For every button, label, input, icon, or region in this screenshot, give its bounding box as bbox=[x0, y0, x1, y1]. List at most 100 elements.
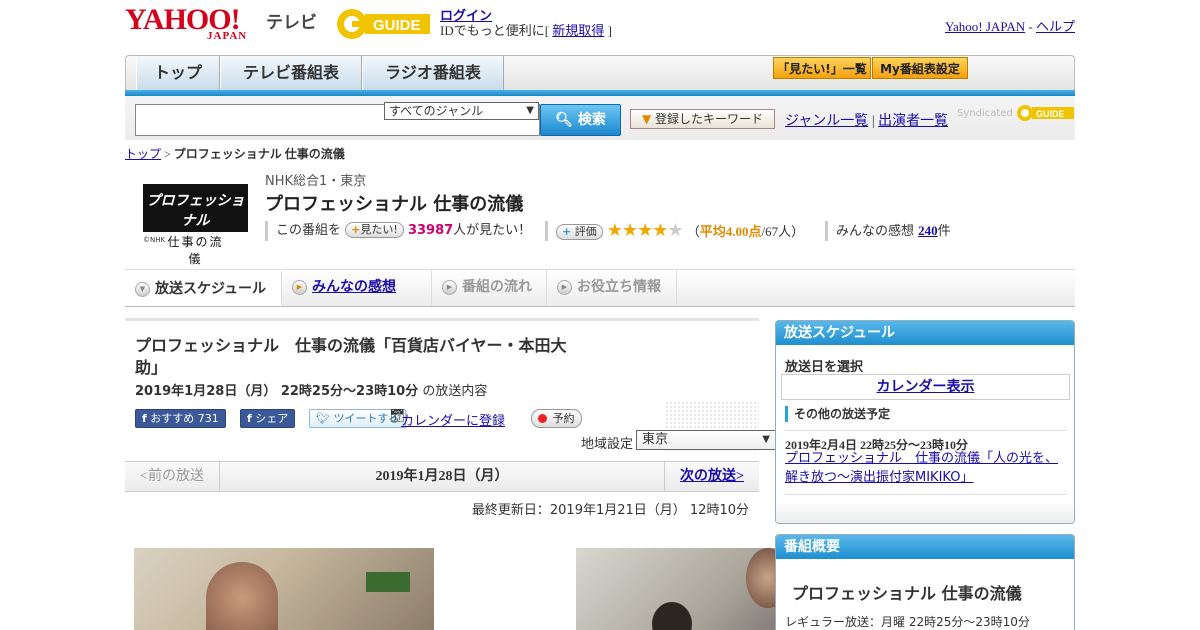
tab-schedule-label: 放送スケジュール bbox=[155, 281, 267, 297]
search-links-divider: | bbox=[871, 114, 875, 129]
yahoo-logo[interactable]: YAHOO! JAPAN bbox=[125, 5, 265, 43]
tab-useful-info-label: お役立ち情報 bbox=[577, 279, 661, 295]
facebook-recommend-button[interactable]: f おすすめ 731 bbox=[135, 409, 226, 428]
record-dot-icon bbox=[538, 414, 547, 423]
photo-person bbox=[206, 562, 278, 630]
program-title: プロフェッショナル 仕事の流儀 bbox=[265, 194, 524, 215]
episode-datetime-value: 2019年1月28日（月） 22時25分～23時10分 bbox=[135, 384, 419, 399]
registered-keyword-button[interactable]: ▼ 登録したキーワード bbox=[630, 109, 775, 129]
region-select[interactable]: 東京 ▼ bbox=[636, 430, 777, 450]
login-sub-prefix: IDでもっと便利に[ bbox=[440, 23, 550, 38]
search-button[interactable]: 🔍︎ 検索 bbox=[540, 104, 621, 136]
yahoo-logo-japan: JAPAN bbox=[207, 30, 248, 42]
breadcrumb-sep: > bbox=[164, 147, 171, 161]
last-updated: 最終更新日：2019年1月21日（月） 12時10分 bbox=[471, 503, 749, 518]
mitai-suffix: 人が見たい！ bbox=[453, 223, 532, 238]
overview-title: プロフェッショナル 仕事の流儀 bbox=[792, 584, 1022, 603]
episode-title: プロフェッショナル 仕事の流儀「百貨店バイヤー・本田大助」 bbox=[135, 336, 567, 377]
schedule-panel: 放送スケジュール 放送日を選択 カレンダー表示 その他の放送予定 2019年2月… bbox=[775, 320, 1075, 524]
episode-photo-1 bbox=[134, 548, 434, 630]
play-arrow-icon: ▶ bbox=[442, 280, 457, 295]
genre-list-link[interactable]: ジャンル一覧 bbox=[785, 114, 868, 129]
region-selected: 東京 bbox=[642, 432, 669, 447]
rating-stat: + 評価 ★★★★★ （平均4.00点/67人） bbox=[545, 221, 804, 241]
nav-tab-top[interactable]: トップ bbox=[136, 56, 220, 90]
login-sub: IDでもっと便利に[ 新規取得 ] bbox=[440, 20, 612, 39]
program-logo-line1: プロフェッショナル bbox=[146, 193, 245, 229]
overview-panel: 番組概要 プロフェッショナル 仕事の流儀 レギュラー放送：月曜 22時25分～2… bbox=[775, 534, 1075, 630]
mitai-prefix: この番組を bbox=[276, 223, 342, 238]
mitai-count: 33987 bbox=[407, 223, 454, 238]
channel-name: NHK総合1・東京 bbox=[265, 174, 367, 189]
breadcrumb: トップ > プロフェッショナル 仕事の流儀 bbox=[125, 145, 345, 162]
global-nav: トップ テレビ番組表 ラジオ番組表 「見たい!」一覧 My番組表設定 bbox=[125, 55, 1075, 91]
next-episode-link[interactable]: 次の放送> bbox=[664, 462, 759, 491]
facebook-share-button[interactable]: f シェア bbox=[240, 409, 296, 428]
tab-useful-info[interactable]: ▶ お役立ち情報 bbox=[547, 270, 677, 306]
episode-box: プロフェッショナル 仕事の流儀「百貨店バイヤー・本田大助」 2019年1月28日… bbox=[125, 318, 777, 452]
select-date-label: 放送日を選択 bbox=[785, 360, 864, 375]
mitai-stat: この番組を +見たい! 33987人が見たい！ bbox=[265, 221, 531, 241]
yahoo-japan-link[interactable]: Yahoo! JAPAN bbox=[945, 19, 1025, 34]
reserve-button[interactable]: 予約 bbox=[531, 409, 582, 428]
review-suffix: 件 bbox=[937, 224, 951, 239]
my-schedule-button[interactable]: My番組表設定 bbox=[872, 57, 968, 79]
review-stat: みんなの感想 240件 bbox=[825, 221, 951, 241]
search-links: ジャンル一覧 | 出演者一覧 bbox=[785, 110, 948, 130]
facebook-icon: f bbox=[247, 412, 252, 425]
rating-open: （ bbox=[686, 224, 700, 239]
mitai-list-button[interactable]: 「見たい!」一覧 bbox=[773, 57, 871, 79]
program-tabs: ▼ 放送スケジュール ▶ みんなの感想 ▶ 番組の流れ ▶ お役立ち情報 bbox=[125, 269, 1075, 307]
breadcrumb-top[interactable]: トップ bbox=[125, 147, 161, 161]
rating-average: 平均4.00点 bbox=[699, 224, 762, 239]
overview-header: 番組概要 bbox=[776, 535, 1074, 559]
search-icon: 🔍︎ bbox=[555, 112, 573, 128]
mitai-button[interactable]: +見たい! bbox=[345, 222, 404, 238]
rating-button[interactable]: + 評価 bbox=[556, 224, 603, 240]
svg-text:GUIDE: GUIDE bbox=[373, 17, 421, 34]
star-empty-icon: ★ bbox=[667, 220, 683, 241]
play-arrow-icon: ▶ bbox=[292, 280, 307, 295]
tab-reviews[interactable]: ▶ みんなの感想 bbox=[282, 270, 432, 306]
plus-icon: + bbox=[562, 225, 572, 238]
regular-broadcast: レギュラー放送：月曜 22時25分～23時10分 bbox=[785, 615, 1030, 629]
rating-button-label: 評価 bbox=[574, 225, 597, 238]
schedule-divider bbox=[785, 494, 1067, 495]
program-logo-line2: 仕事の流儀 bbox=[161, 233, 230, 267]
dropdown-arrow-icon: ▼ bbox=[526, 105, 534, 116]
tab-schedule[interactable]: ▼ 放送スケジュール bbox=[125, 270, 282, 306]
genre-select[interactable]: すべてのジャンル ▼ bbox=[384, 102, 539, 120]
reserve-label: 予約 bbox=[552, 412, 575, 425]
search-bar: すべてのジャンル ▼ 🔍︎ 検索 ▼ 登録したキーワード ジャンル一覧 | 出演… bbox=[125, 96, 1075, 140]
photo-person bbox=[652, 602, 692, 630]
review-count-link[interactable]: 240 bbox=[918, 223, 938, 238]
logo-credit: ©NHK bbox=[143, 236, 166, 244]
chevron-down-icon: ▼ bbox=[135, 282, 150, 297]
plus-icon: + bbox=[351, 223, 361, 236]
tab-program-flow[interactable]: ▶ 番組の流れ bbox=[432, 270, 547, 306]
genre-selected: すべてのジャンル bbox=[389, 104, 484, 118]
calendar-display-button[interactable]: カレンダー表示 bbox=[781, 374, 1070, 400]
registered-keyword-label: 登録したキーワード bbox=[655, 112, 764, 126]
syndicated-gguide-logo: Syndicated GUIDE bbox=[957, 102, 1074, 124]
play-arrow-icon: ▶ bbox=[557, 280, 572, 295]
help-link[interactable]: ヘルプ bbox=[1036, 19, 1075, 34]
cast-list-link[interactable]: 出演者一覧 bbox=[878, 114, 948, 129]
current-episode-date: 2019年1月28日（月） bbox=[375, 469, 509, 484]
gguide-logo: GUIDE bbox=[335, 6, 435, 42]
next-broadcast-link[interactable]: プロフェッショナル 仕事の流儀「人の光を、解き放つ～演出振付家MIKIKO」 bbox=[785, 449, 1067, 487]
other-schedule-heading: その他の放送予定 bbox=[785, 406, 1067, 422]
twitter-bird-icon: 🐦︎ bbox=[316, 412, 330, 425]
calendar-register-link[interactable]: カレンダーに登録 bbox=[401, 410, 505, 429]
facebook-recommend-label: おすすめ bbox=[150, 412, 195, 425]
nav-tab-radio-schedule[interactable]: ラジオ番組表 bbox=[362, 56, 504, 90]
region-label: 地域設定 bbox=[581, 437, 634, 452]
dropdown-arrow-icon: ▼ bbox=[762, 434, 770, 445]
episode-datetime: 2019年1月28日（月） 22時25分～23時10分 の放送内容 bbox=[135, 380, 487, 399]
service-name: テレビ bbox=[266, 13, 317, 33]
prev-episode[interactable]: <前の放送 bbox=[125, 462, 220, 491]
nav-tab-tv-schedule[interactable]: テレビ番組表 bbox=[220, 56, 362, 90]
signup-link[interactable]: 新規取得 bbox=[552, 23, 604, 38]
mitai-button-label: 見たい! bbox=[360, 223, 398, 236]
episode-date-suffix: の放送内容 bbox=[422, 384, 488, 399]
